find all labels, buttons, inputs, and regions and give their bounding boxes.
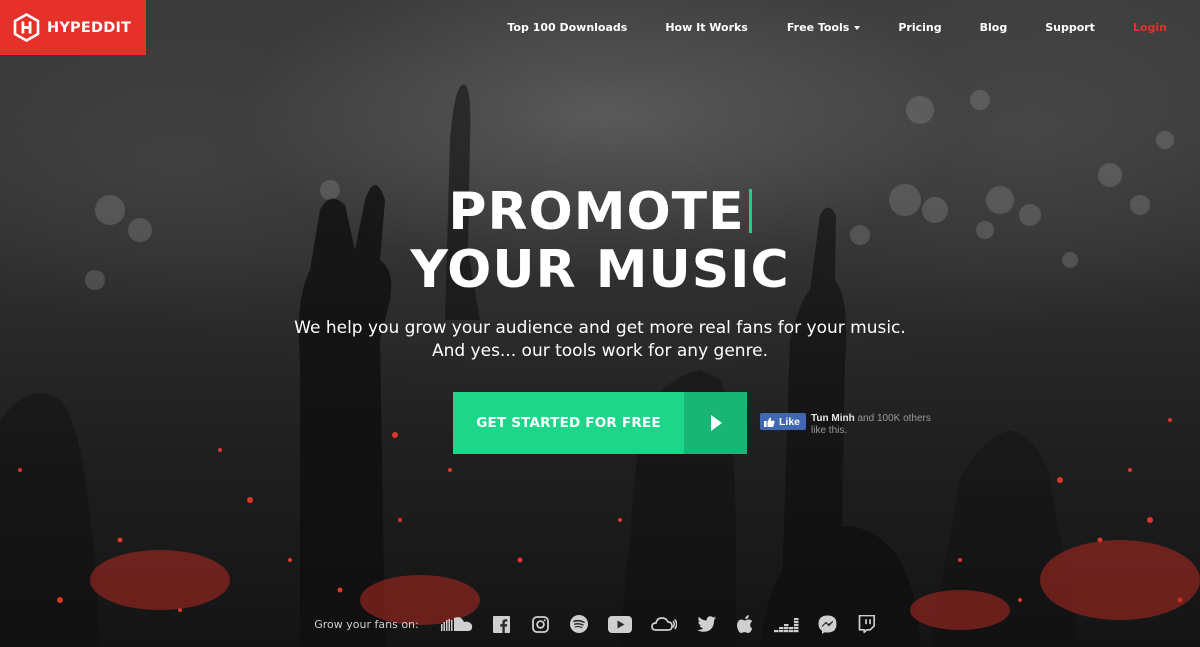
brand-logo[interactable]: HYPEDDIT: [0, 0, 146, 55]
twitch-icon[interactable]: [855, 613, 877, 635]
facebook-like-count-text: Tun Minh and 100K others like this.: [811, 413, 946, 433]
twitter-icon[interactable]: [695, 613, 717, 635]
nav-support[interactable]: Support: [1045, 21, 1095, 34]
hero-subtitle-line1: We help you grow your audience and get m…: [294, 318, 906, 338]
youtube-icon[interactable]: [607, 613, 633, 635]
nav-pricing[interactable]: Pricing: [898, 21, 941, 34]
brand-name: HYPEDDIT: [47, 19, 132, 36]
nav-free-tools[interactable]: Free Tools: [786, 21, 861, 34]
typing-cursor: [748, 189, 752, 233]
nav-login[interactable]: Login: [1133, 21, 1167, 34]
social-platforms-strip: Grow your fans on:: [0, 613, 1200, 635]
apple-icon[interactable]: [734, 613, 756, 635]
nav-how-it-works[interactable]: How It Works: [665, 21, 748, 34]
hero-title: PROMOTE YOUR MUSIC: [0, 183, 1200, 299]
deezer-icon[interactable]: [773, 613, 799, 635]
soundcloud-icon[interactable]: [441, 613, 473, 635]
get-started-button[interactable]: GET STARTED FOR FREE: [453, 392, 747, 454]
main-nav: Top 100 Downloads How It Works Free Tool…: [507, 0, 1200, 55]
messenger-icon[interactable]: [816, 613, 838, 635]
facebook-like-label: Like: [779, 415, 801, 428]
thumbs-up-icon: [764, 417, 775, 427]
hero-title-line1-text: PROMOTE: [448, 182, 745, 242]
hypeddit-hexagon-icon: [13, 13, 40, 42]
play-arrow-icon: [684, 392, 747, 454]
facebook-like-button[interactable]: Like: [760, 413, 807, 430]
nav-blog[interactable]: Blog: [980, 21, 1008, 34]
mixcloud-icon[interactable]: [650, 613, 678, 635]
hero-subtitle-line2: And yes... our tools work for any genre.: [431, 341, 769, 361]
nav-top-100-downloads[interactable]: Top 100 Downloads: [507, 21, 627, 34]
hero-subtitle: We help you grow your audience and get m…: [0, 317, 1200, 363]
hero-title-line1: PROMOTE: [448, 182, 752, 242]
grow-fans-label: Grow your fans on:: [314, 617, 419, 631]
get-started-label: GET STARTED FOR FREE: [453, 392, 684, 454]
hero-title-line2: YOUR MUSIC: [410, 240, 790, 300]
facebook-like-widget: Like Tun Minh and 100K others like this.: [760, 413, 946, 433]
nav-free-tools-label: Free Tools: [786, 21, 850, 34]
spotify-icon[interactable]: [568, 613, 590, 635]
facebook-friend-name: Tun Minh: [811, 413, 855, 424]
facebook-icon[interactable]: [490, 613, 512, 635]
instagram-icon[interactable]: [529, 613, 551, 635]
chevron-down-icon: [854, 25, 861, 30]
